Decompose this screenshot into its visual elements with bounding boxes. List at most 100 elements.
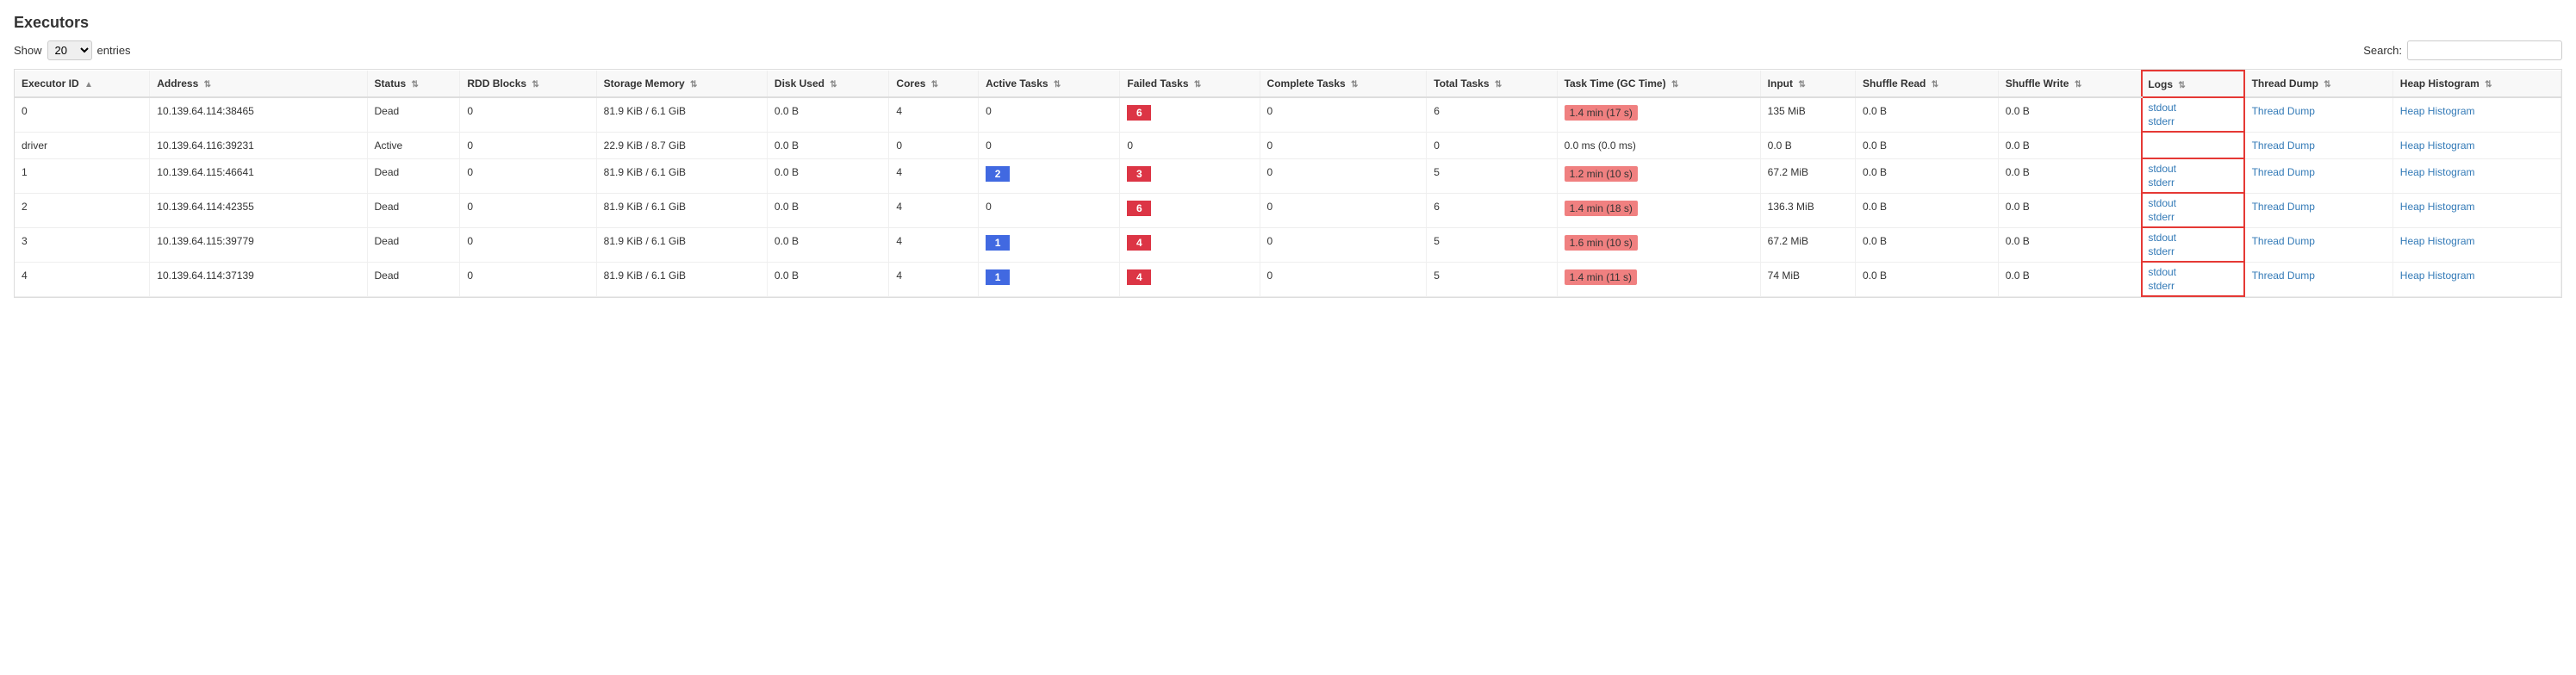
sort-icon-shuffleread: ⇅: [1932, 80, 1938, 90]
thread-dump-link[interactable]: Thread Dump: [2252, 235, 2315, 247]
thread-dump-link[interactable]: Thread Dump: [2252, 166, 2315, 178]
search-control: Search:: [2363, 40, 2562, 60]
col-header-logs[interactable]: Logs ⇅: [2142, 71, 2243, 97]
cell-logs: stdout stderr: [2142, 193, 2243, 227]
sort-icon-cores: ⇅: [931, 80, 938, 90]
page-title: Executors: [14, 14, 2562, 32]
col-header-input[interactable]: Input ⇅: [1760, 71, 1855, 97]
sort-icon-storage: ⇅: [690, 80, 697, 90]
cell-shuffle-write: 0.0 B: [1998, 193, 2142, 227]
cell-shuffle-read: 0.0 B: [1856, 193, 1999, 227]
executors-table-wrapper: Executor ID ▲ Address ⇅ Status ⇅ RDD Blo…: [14, 69, 2562, 298]
table-row: 110.139.64.115:46641Dead081.9 KiB / 6.1 …: [15, 158, 2561, 193]
cell-logs: stdoutstderr: [2142, 227, 2243, 262]
log-link-stderr[interactable]: stderr: [2148, 211, 2237, 223]
log-link-stderr[interactable]: stderr: [2148, 245, 2237, 257]
table-row: 210.139.64.114:42355Dead081.9 KiB / 6.1 …: [15, 193, 2561, 227]
log-link-stdout[interactable]: stdout: [2148, 266, 2237, 278]
cell-storage: 81.9 KiB / 6.1 GiB: [596, 227, 767, 262]
cell-storage: 81.9 KiB / 6.1 GiB: [596, 97, 767, 132]
thread-dump-link[interactable]: Thread Dump: [2252, 269, 2315, 282]
log-link-stdout[interactable]: stdout: [2148, 197, 2237, 209]
log-link-stderr[interactable]: stderr: [2148, 176, 2237, 189]
entries-label: entries: [97, 44, 131, 57]
thread-dump-link[interactable]: Thread Dump: [2252, 105, 2315, 117]
col-header-disk-used[interactable]: Disk Used ⇅: [767, 71, 888, 97]
col-header-address[interactable]: Address ⇅: [150, 71, 367, 97]
col-header-total-tasks[interactable]: Total Tasks ⇅: [1427, 71, 1557, 97]
cell-failed-tasks: 0: [1120, 132, 1260, 158]
col-header-status[interactable]: Status ⇅: [367, 71, 460, 97]
table-row: 310.139.64.115:39779Dead081.9 KiB / 6.1 …: [15, 227, 2561, 262]
col-header-thread-dump[interactable]: Thread Dump ⇅: [2244, 71, 2393, 97]
cell-input: 136.3 MiB: [1760, 193, 1855, 227]
col-header-executor-id[interactable]: Executor ID ▲: [15, 71, 150, 97]
cell-complete-tasks: 0: [1260, 158, 1427, 193]
col-header-shuffle-read[interactable]: Shuffle Read ⇅: [1856, 71, 1999, 97]
entries-select[interactable]: 10 20 50 100: [47, 40, 92, 60]
col-header-cores[interactable]: Cores ⇅: [889, 71, 979, 97]
cell-task-time: 1.4 min (11 s): [1557, 262, 1760, 296]
log-link-stdout[interactable]: stdout: [2148, 163, 2237, 175]
cell-storage: 22.9 KiB / 8.7 GiB: [596, 132, 767, 158]
cell-disk: 0.0 B: [767, 97, 888, 132]
cell-executor-id: 1: [15, 158, 150, 193]
task-time-badge: 1.4 min (18 s): [1565, 201, 1638, 216]
cell-rdd: 0: [460, 158, 596, 193]
heap-histogram-link[interactable]: Heap Histogram: [2400, 139, 2475, 152]
cell-shuffle-read: 0.0 B: [1856, 227, 1999, 262]
col-header-storage-memory[interactable]: Storage Memory ⇅: [596, 71, 767, 97]
col-header-active-tasks[interactable]: Active Tasks ⇅: [979, 71, 1120, 97]
log-link-stderr[interactable]: stderr: [2148, 115, 2237, 127]
cell-thread-dump: Thread Dump: [2244, 97, 2393, 132]
cell-shuffle-read: 0.0 B: [1856, 262, 1999, 296]
cell-status: Dead: [367, 193, 460, 227]
sort-icon-heap: ⇅: [2485, 80, 2492, 90]
col-header-rdd-blocks[interactable]: RDD Blocks ⇅: [460, 71, 596, 97]
sort-icon-rdd: ⇅: [532, 80, 538, 90]
thread-dump-link[interactable]: Thread Dump: [2252, 201, 2315, 213]
cell-logs: [2142, 132, 2243, 158]
log-link-stdout[interactable]: stdout: [2148, 102, 2237, 114]
table-row: 410.139.64.114:37139Dead081.9 KiB / 6.1 …: [15, 262, 2561, 296]
cell-task-time: 1.2 min (10 s): [1557, 158, 1760, 193]
cell-total-tasks: 5: [1427, 227, 1557, 262]
cell-heap-histogram: Heap Histogram: [2392, 262, 2560, 296]
cell-task-time: 0.0 ms (0.0 ms): [1557, 132, 1760, 158]
heap-histogram-link[interactable]: Heap Histogram: [2400, 269, 2475, 282]
heap-histogram-link[interactable]: Heap Histogram: [2400, 105, 2475, 117]
cell-active-tasks: 0: [979, 132, 1120, 158]
thread-dump-link[interactable]: Thread Dump: [2252, 139, 2315, 152]
col-header-complete-tasks[interactable]: Complete Tasks ⇅: [1260, 71, 1427, 97]
col-header-heap-histogram[interactable]: Heap Histogram ⇅: [2392, 71, 2560, 97]
cell-complete-tasks: 0: [1260, 262, 1427, 296]
cell-status: Dead: [367, 262, 460, 296]
failed-tasks-badge: 6: [1127, 201, 1151, 216]
cell-address: 10.139.64.115:46641: [150, 158, 367, 193]
cell-complete-tasks: 0: [1260, 193, 1427, 227]
cell-executor-id: 0: [15, 97, 150, 132]
cell-active-tasks: 0: [979, 97, 1120, 132]
col-header-failed-tasks[interactable]: Failed Tasks ⇅: [1120, 71, 1260, 97]
heap-histogram-link[interactable]: Heap Histogram: [2400, 235, 2475, 247]
log-link-stderr[interactable]: stderr: [2148, 280, 2237, 292]
col-header-shuffle-write[interactable]: Shuffle Write ⇅: [1998, 71, 2142, 97]
cell-disk: 0.0 B: [767, 193, 888, 227]
sort-icon-failed: ⇅: [1194, 80, 1201, 90]
heap-histogram-link[interactable]: Heap Histogram: [2400, 201, 2475, 213]
search-input[interactable]: [2407, 40, 2562, 60]
col-header-task-time[interactable]: Task Time (GC Time) ⇅: [1557, 71, 1760, 97]
failed-tasks-badge: 4: [1127, 235, 1151, 251]
task-time-badge: 1.4 min (11 s): [1565, 269, 1637, 285]
cell-failed-tasks: 6: [1120, 97, 1260, 132]
log-link-stdout[interactable]: stdout: [2148, 232, 2237, 244]
cell-cores: 4: [889, 97, 979, 132]
cell-input: 74 MiB: [1760, 262, 1855, 296]
cell-shuffle-read: 0.0 B: [1856, 132, 1999, 158]
cell-active-tasks: 0: [979, 193, 1120, 227]
cell-storage: 81.9 KiB / 6.1 GiB: [596, 158, 767, 193]
heap-histogram-link[interactable]: Heap Histogram: [2400, 166, 2475, 178]
cell-disk: 0.0 B: [767, 227, 888, 262]
cell-status: Dead: [367, 227, 460, 262]
cell-status: Dead: [367, 97, 460, 132]
